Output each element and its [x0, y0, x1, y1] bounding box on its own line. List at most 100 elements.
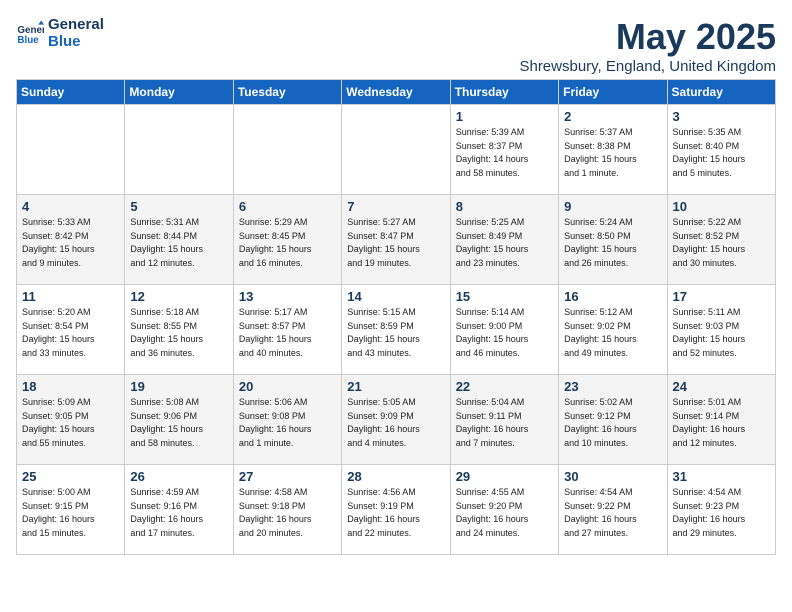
day-number: 20 — [239, 379, 336, 394]
cell-info: Sunrise: 5:14 AM Sunset: 9:00 PM Dayligh… — [456, 306, 553, 360]
week-row-5: 25 Sunrise: 5:00 AM Sunset: 9:15 PM Dayli… — [17, 465, 776, 555]
cell-info: Sunrise: 5:17 AM Sunset: 8:57 PM Dayligh… — [239, 306, 336, 360]
logo: General Blue General Blue — [16, 16, 104, 50]
cell-info: Sunrise: 5:27 AM Sunset: 8:47 PM Dayligh… — [347, 216, 444, 270]
cell-info: Sunrise: 5:37 AM Sunset: 8:38 PM Dayligh… — [564, 126, 661, 180]
cell-info: Sunrise: 5:35 AM Sunset: 8:40 PM Dayligh… — [673, 126, 770, 180]
cell-info: Sunrise: 5:39 AM Sunset: 8:37 PM Dayligh… — [456, 126, 553, 180]
cell-info: Sunrise: 5:20 AM Sunset: 8:54 PM Dayligh… — [22, 306, 119, 360]
calendar-table: SundayMondayTuesdayWednesdayThursdayFrid… — [16, 79, 776, 555]
day-number: 10 — [673, 199, 770, 214]
cell-info: Sunrise: 5:12 AM Sunset: 9:02 PM Dayligh… — [564, 306, 661, 360]
calendar-cell — [125, 105, 233, 195]
calendar-cell: 24Sunrise: 5:01 AM Sunset: 9:14 PM Dayli… — [667, 375, 775, 465]
day-number: 8 — [456, 199, 553, 214]
calendar-cell — [17, 105, 125, 195]
calendar-cell: 31 Sunrise: 4:54 AM Sunset: 9:23 PM Dayli… — [667, 465, 775, 555]
week-row-1: 1 Sunrise: 5:39 AM Sunset: 8:37 PM Daylig… — [17, 105, 776, 195]
cell-info: Sunrise: 5:18 AM Sunset: 8:55 PM Dayligh… — [130, 306, 227, 360]
day-number: 2 — [564, 109, 661, 124]
day-number: 21 — [347, 379, 444, 394]
day-number: 29 — [456, 469, 553, 484]
day-header-monday: Monday — [125, 80, 233, 105]
calendar-cell: 19 Sunrise: 5:08 AM Sunset: 9:06 PM Dayli… — [125, 375, 233, 465]
calendar-cell: 23 Sunrise: 5:02 AM Sunset: 9:12 PM Dayli… — [559, 375, 667, 465]
cell-info: Sunrise: 5:01 AM Sunset: 9:14 PM Dayligh… — [673, 396, 770, 450]
page-header: General Blue General Blue May 2025 Shrew… — [16, 16, 776, 75]
cell-info: Sunrise: 5:33 AM Sunset: 8:42 PM Dayligh… — [22, 216, 119, 270]
calendar-cell: 1 Sunrise: 5:39 AM Sunset: 8:37 PM Daylig… — [450, 105, 558, 195]
calendar-cell — [342, 105, 450, 195]
day-number: 3 — [673, 109, 770, 124]
calendar-cell: 30 Sunrise: 4:54 AM Sunset: 9:22 PM Dayli… — [559, 465, 667, 555]
calendar-cell — [233, 105, 341, 195]
day-number: 31 — [673, 469, 770, 484]
cell-info: Sunrise: 5:09 AM Sunset: 9:05 PM Dayligh… — [22, 396, 119, 450]
cell-info: Sunrise: 5:15 AM Sunset: 8:59 PM Dayligh… — [347, 306, 444, 360]
day-number: 23 — [564, 379, 661, 394]
calendar-cell: 26Sunrise: 4:59 AM Sunset: 9:16 PM Dayli… — [125, 465, 233, 555]
cell-info: Sunrise: 4:54 AM Sunset: 9:22 PM Dayligh… — [564, 486, 661, 540]
cell-info: Sunrise: 5:05 AM Sunset: 9:09 PM Dayligh… — [347, 396, 444, 450]
cell-info: Sunrise: 5:22 AM Sunset: 8:52 PM Dayligh… — [673, 216, 770, 270]
week-row-2: 4 Sunrise: 5:33 AM Sunset: 8:42 PM Daylig… — [17, 195, 776, 285]
day-header-sunday: Sunday — [17, 80, 125, 105]
day-number: 1 — [456, 109, 553, 124]
day-number: 19 — [130, 379, 227, 394]
logo-line1: General — [48, 16, 104, 33]
day-header-wednesday: Wednesday — [342, 80, 450, 105]
calendar-cell: 8 Sunrise: 5:25 AM Sunset: 8:49 PM Daylig… — [450, 195, 558, 285]
cell-info: Sunrise: 5:11 AM Sunset: 9:03 PM Dayligh… — [673, 306, 770, 360]
day-number: 9 — [564, 199, 661, 214]
calendar-cell: 29Sunrise: 4:55 AM Sunset: 9:20 PM Dayli… — [450, 465, 558, 555]
cell-info: Sunrise: 5:02 AM Sunset: 9:12 PM Dayligh… — [564, 396, 661, 450]
calendar-cell: 9 Sunrise: 5:24 AM Sunset: 8:50 PM Daylig… — [559, 195, 667, 285]
cell-info: Sunrise: 5:24 AM Sunset: 8:50 PM Dayligh… — [564, 216, 661, 270]
cell-info: Sunrise: 5:31 AM Sunset: 8:44 PM Dayligh… — [130, 216, 227, 270]
calendar-cell: 6 Sunrise: 5:29 AM Sunset: 8:45 PM Daylig… — [233, 195, 341, 285]
day-number: 4 — [22, 199, 119, 214]
cell-info: Sunrise: 5:08 AM Sunset: 9:06 PM Dayligh… — [130, 396, 227, 450]
calendar-header-row: SundayMondayTuesdayWednesdayThursdayFrid… — [17, 80, 776, 105]
calendar-cell: 21 Sunrise: 5:05 AM Sunset: 9:09 PM Dayli… — [342, 375, 450, 465]
day-number: 17 — [673, 289, 770, 304]
calendar-cell: 13 Sunrise: 5:17 AM Sunset: 8:57 PM Dayli… — [233, 285, 341, 375]
calendar-cell: 18 Sunrise: 5:09 AM Sunset: 9:05 PM Dayli… — [17, 375, 125, 465]
day-number: 13 — [239, 289, 336, 304]
calendar-cell: 3 Sunrise: 5:35 AM Sunset: 8:40 PM Daylig… — [667, 105, 775, 195]
cell-info: Sunrise: 5:25 AM Sunset: 8:49 PM Dayligh… — [456, 216, 553, 270]
svg-text:Blue: Blue — [17, 35, 39, 46]
cell-info: Sunrise: 5:00 AM Sunset: 9:15 PM Dayligh… — [22, 486, 119, 540]
calendar-cell: 12 Sunrise: 5:18 AM Sunset: 8:55 PM Dayli… — [125, 285, 233, 375]
day-header-thursday: Thursday — [450, 80, 558, 105]
location: Shrewsbury, England, United Kingdom — [519, 58, 776, 75]
day-number: 28 — [347, 469, 444, 484]
day-header-friday: Friday — [559, 80, 667, 105]
calendar-cell: 2 Sunrise: 5:37 AM Sunset: 8:38 PM Daylig… — [559, 105, 667, 195]
cell-info: Sunrise: 4:54 AM Sunset: 9:23 PM Dayligh… — [673, 486, 770, 540]
day-header-tuesday: Tuesday — [233, 80, 341, 105]
week-row-3: 11Sunrise: 5:20 AM Sunset: 8:54 PM Dayli… — [17, 285, 776, 375]
calendar-cell: 7Sunrise: 5:27 AM Sunset: 8:47 PM Daylig… — [342, 195, 450, 285]
day-number: 18 — [22, 379, 119, 394]
day-number: 30 — [564, 469, 661, 484]
cell-info: Sunrise: 5:29 AM Sunset: 8:45 PM Dayligh… — [239, 216, 336, 270]
calendar-cell: 16 Sunrise: 5:12 AM Sunset: 9:02 PM Dayli… — [559, 285, 667, 375]
calendar-cell: 22 Sunrise: 5:04 AM Sunset: 9:11 PM Dayli… — [450, 375, 558, 465]
calendar-cell: 17 Sunrise: 5:11 AM Sunset: 9:03 PM Dayli… — [667, 285, 775, 375]
day-number: 16 — [564, 289, 661, 304]
day-number: 15 — [456, 289, 553, 304]
day-number: 27 — [239, 469, 336, 484]
day-number: 25 — [22, 469, 119, 484]
calendar-cell: 28Sunrise: 4:56 AM Sunset: 9:19 PM Dayli… — [342, 465, 450, 555]
calendar-cell: 25 Sunrise: 5:00 AM Sunset: 9:15 PM Dayli… — [17, 465, 125, 555]
title-block: May 2025 Shrewsbury, England, United Kin… — [519, 16, 776, 75]
day-number: 6 — [239, 199, 336, 214]
cell-info: Sunrise: 5:04 AM Sunset: 9:11 PM Dayligh… — [456, 396, 553, 450]
calendar-cell: 4 Sunrise: 5:33 AM Sunset: 8:42 PM Daylig… — [17, 195, 125, 285]
day-number: 22 — [456, 379, 553, 394]
logo-line2: Blue — [48, 33, 104, 50]
logo-icon: General Blue — [16, 19, 44, 47]
calendar-cell: 10 Sunrise: 5:22 AM Sunset: 8:52 PM Dayli… — [667, 195, 775, 285]
day-number: 12 — [130, 289, 227, 304]
